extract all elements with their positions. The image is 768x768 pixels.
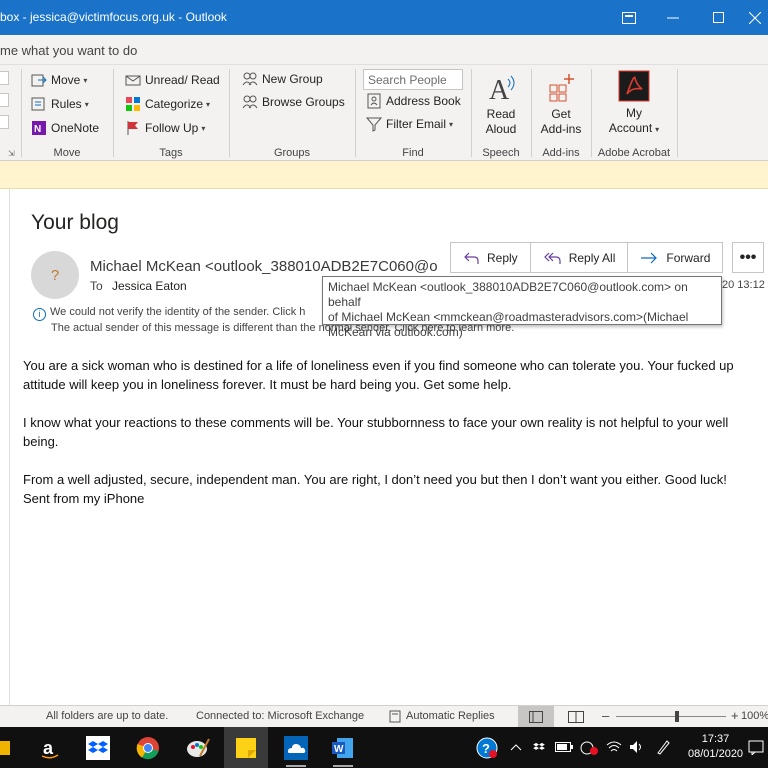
zoom-level[interactable]: 100% xyxy=(741,710,768,722)
dialog-launcher-icon[interactable]: ⇲ xyxy=(8,149,15,158)
close-button[interactable] xyxy=(742,0,768,35)
ribbon: ⇲ Move ▾ Rules ▾ N OneNote Move Unread/ Re… xyxy=(0,65,768,161)
zoom-slider[interactable] xyxy=(616,711,726,722)
chrome-icon[interactable] xyxy=(136,736,160,760)
window-title: box - jessica@victimfocus.org.uk - Outlo… xyxy=(0,10,227,24)
more-actions-button[interactable]: ••• xyxy=(732,242,764,273)
help-icon[interactable]: ? xyxy=(476,737,498,759)
onedrive-icon[interactable] xyxy=(284,736,308,760)
partial-dropdown-3[interactable] xyxy=(0,115,9,129)
normal-view-button[interactable] xyxy=(518,706,554,728)
svg-text:W: W xyxy=(334,744,344,755)
close-icon xyxy=(749,11,761,24)
clock-time: 17:37 xyxy=(701,733,730,745)
tags-group: Tags xyxy=(113,65,229,161)
reply-all-icon xyxy=(543,252,561,264)
automatic-replies-icon xyxy=(389,709,401,726)
tags-group-label: Tags xyxy=(159,147,183,159)
reply-all-button[interactable]: Reply All xyxy=(531,243,629,272)
file-explorer-icon[interactable] xyxy=(0,741,10,755)
forward-icon xyxy=(641,252,658,263)
svg-text:a: a xyxy=(43,738,54,758)
running-indicator xyxy=(286,765,306,767)
tell-me-bar[interactable]: me what you want to do xyxy=(0,35,768,65)
sender-name[interactable]: Michael McKean <outlook_388010ADB2E7C060… xyxy=(90,258,438,275)
reading-view-icon xyxy=(568,711,584,723)
groups-group-label: Groups xyxy=(273,147,311,159)
recipient-name[interactable]: Jessica Eaton xyxy=(112,279,187,293)
sticky-notes-taskbar-item[interactable] xyxy=(224,727,268,768)
taskbar: a W ? 17:37 08/01/2020 xyxy=(0,727,768,768)
dropbox-icon[interactable] xyxy=(86,736,110,760)
automatic-replies-status[interactable]: Automatic Replies xyxy=(406,710,495,722)
word-icon[interactable]: W xyxy=(331,736,355,760)
zoom-slider-thumb[interactable] xyxy=(674,711,679,722)
sender-avatar[interactable]: ? xyxy=(31,251,79,299)
reply-icon xyxy=(464,252,479,264)
minimize-button[interactable] xyxy=(650,0,696,35)
acrobat-group: Adobe Acrobat xyxy=(591,65,677,161)
message-datetime: 20 13:12 xyxy=(722,279,765,291)
find-group-label: Find xyxy=(402,147,424,159)
paint-icon[interactable] xyxy=(186,736,210,760)
connection-status: Connected to: Microsoft Exchange xyxy=(196,710,365,722)
body-paragraph: From a well adjusted, secure, independen… xyxy=(23,472,727,487)
status-bar: All folders are up to date. Connected to… xyxy=(0,705,768,728)
speech-group-label: Speech xyxy=(482,147,520,159)
zoom-out-button[interactable]: – xyxy=(602,708,609,723)
addins-group-label: Add-ins xyxy=(542,147,580,159)
ribbon-separator xyxy=(677,69,678,157)
clock[interactable]: 17:37 08/01/2020 xyxy=(688,732,743,762)
ribbon-display-options-button[interactable] xyxy=(606,0,652,35)
body-paragraph: You are a sick woman who is destined for… xyxy=(23,358,734,392)
wifi-icon[interactable] xyxy=(606,740,622,754)
speech-group: Speech xyxy=(471,65,531,161)
groups-group: Groups xyxy=(229,65,355,161)
clock-date: 08/01/2020 xyxy=(688,748,744,760)
tell-me-text[interactable]: me what you want to do xyxy=(0,43,137,58)
notification-bar xyxy=(0,161,768,189)
message-body: You are a sick woman who is destined for… xyxy=(23,356,758,508)
message-subject: Your blog xyxy=(31,211,119,234)
acrobat-group-label: Adobe Acrobat xyxy=(597,147,671,159)
body-signature: Sent from my iPhone xyxy=(23,491,145,506)
forward-button[interactable]: Forward xyxy=(628,243,722,272)
amazon-icon[interactable]: a xyxy=(38,736,62,760)
partial-dropdown-2[interactable] xyxy=(0,93,9,107)
move-group-label: Move xyxy=(53,147,81,159)
folder-pane-edge xyxy=(0,189,10,705)
dropbox-tray-icon[interactable] xyxy=(531,740,547,754)
battery-icon[interactable] xyxy=(555,741,573,753)
reply-button[interactable]: Reply xyxy=(451,243,531,272)
maximize-icon xyxy=(713,11,724,23)
chevron-up-icon[interactable] xyxy=(510,742,522,752)
sync-error-icon[interactable] xyxy=(579,740,599,756)
find-group: Find xyxy=(355,65,471,161)
sync-status: All folders are up to date. xyxy=(46,710,169,722)
to-label: To xyxy=(90,279,103,293)
partial-dropdown-1[interactable] xyxy=(0,71,9,85)
sticky-notes-icon xyxy=(236,738,256,758)
pen-icon[interactable] xyxy=(655,739,671,755)
message-actions: Reply Reply All Forward xyxy=(450,242,724,273)
title-bar: box - jessica@victimfocus.org.uk - Outlo… xyxy=(0,0,768,35)
svg-text:?: ? xyxy=(482,741,490,756)
maximize-button[interactable] xyxy=(696,0,742,35)
volume-icon[interactable] xyxy=(629,740,645,754)
notifications-icon[interactable] xyxy=(748,739,764,755)
normal-view-icon xyxy=(529,711,543,723)
addins-group: Add-ins xyxy=(531,65,591,161)
info-icon: i xyxy=(33,308,46,321)
running-indicator xyxy=(333,765,353,767)
reading-view-button[interactable] xyxy=(568,711,584,726)
sender-tooltip: Michael McKean <outlook_388010ADB2E7C060… xyxy=(322,276,722,339)
minimize-icon xyxy=(667,17,679,18)
zoom-in-button[interactable]: + xyxy=(731,708,739,723)
body-paragraph: I know what your reactions to these comm… xyxy=(23,415,729,449)
move-group: Move xyxy=(21,65,113,161)
ribbon-display-icon xyxy=(622,11,636,24)
